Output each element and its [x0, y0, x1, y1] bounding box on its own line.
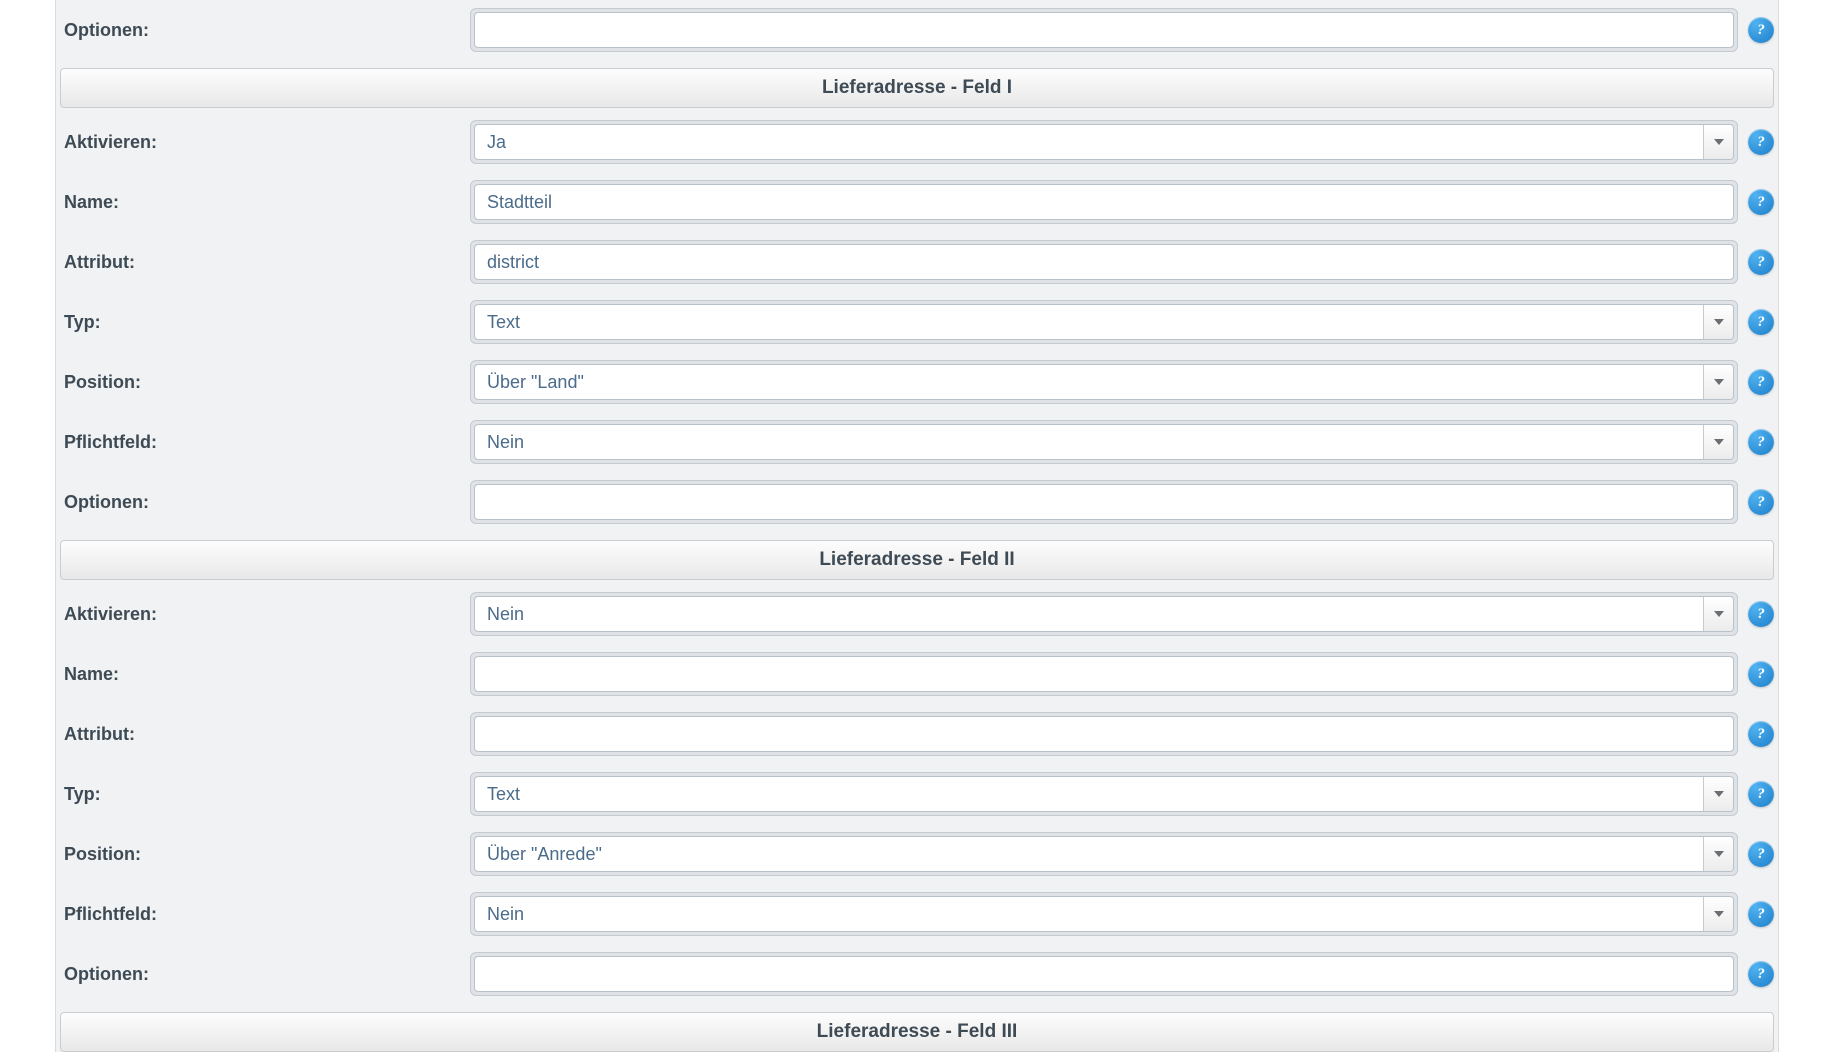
help-icon[interactable]: ?	[1748, 841, 1774, 867]
select-value: Nein	[475, 597, 1703, 631]
select-value: Text	[475, 305, 1703, 339]
position-select-2[interactable]: Über "Anrede"	[474, 836, 1734, 872]
position-select-1[interactable]: Über "Land"	[474, 364, 1734, 400]
help-icon[interactable]: ?	[1748, 489, 1774, 515]
help-icon[interactable]: ?	[1748, 601, 1774, 627]
position-label: Position:	[60, 372, 470, 393]
chevron-down-icon[interactable]	[1703, 425, 1733, 459]
position-label: Position:	[60, 844, 470, 865]
optionen-input-2[interactable]	[474, 956, 1734, 992]
aktivieren-select-2[interactable]: Nein	[474, 596, 1734, 632]
pflichtfeld-label: Pflichtfeld:	[60, 904, 470, 925]
select-value: Ja	[475, 125, 1703, 159]
chevron-down-icon[interactable]	[1703, 305, 1733, 339]
name-label: Name:	[60, 192, 470, 213]
section-header-feld-3: Lieferadresse - Feld III	[60, 1012, 1774, 1052]
pflichtfeld-select-1[interactable]: Nein	[474, 424, 1734, 460]
chevron-down-icon[interactable]	[1703, 777, 1733, 811]
select-value: Nein	[475, 897, 1703, 931]
help-icon[interactable]: ?	[1748, 661, 1774, 687]
typ-label: Typ:	[60, 784, 470, 805]
optionen-input-1[interactable]	[474, 484, 1734, 520]
help-icon[interactable]: ?	[1748, 721, 1774, 747]
chevron-down-icon[interactable]	[1703, 365, 1733, 399]
name-label: Name:	[60, 664, 470, 685]
select-value: Über "Anrede"	[475, 837, 1703, 871]
select-value: Über "Land"	[475, 365, 1703, 399]
pflichtfeld-label: Pflichtfeld:	[60, 432, 470, 453]
help-icon[interactable]: ?	[1748, 189, 1774, 215]
select-value: Text	[475, 777, 1703, 811]
optionen-label: Optionen:	[60, 20, 470, 41]
help-icon[interactable]: ?	[1748, 129, 1774, 155]
pflichtfeld-select-2[interactable]: Nein	[474, 896, 1734, 932]
aktivieren-select-1[interactable]: Ja	[474, 124, 1734, 160]
help-icon[interactable]: ?	[1748, 309, 1774, 335]
optionen-label: Optionen:	[60, 964, 470, 985]
typ-select-1[interactable]: Text	[474, 304, 1734, 340]
section-header-feld-1: Lieferadresse - Feld I	[60, 68, 1774, 108]
help-icon[interactable]: ?	[1748, 429, 1774, 455]
aktivieren-label: Aktivieren:	[60, 132, 470, 153]
attribut-input-2[interactable]	[474, 716, 1734, 752]
chevron-down-icon[interactable]	[1703, 837, 1733, 871]
help-icon[interactable]: ?	[1748, 249, 1774, 275]
chevron-down-icon[interactable]	[1703, 125, 1733, 159]
help-icon[interactable]: ?	[1748, 369, 1774, 395]
select-value: Nein	[475, 425, 1703, 459]
typ-label: Typ:	[60, 312, 470, 333]
chevron-down-icon[interactable]	[1703, 597, 1733, 631]
help-icon[interactable]: ?	[1748, 781, 1774, 807]
typ-select-2[interactable]: Text	[474, 776, 1734, 812]
optionen-input-prev[interactable]	[474, 12, 1734, 48]
help-icon[interactable]: ?	[1748, 17, 1774, 43]
attribut-label: Attribut:	[60, 724, 470, 745]
help-icon[interactable]: ?	[1748, 961, 1774, 987]
section-header-feld-2: Lieferadresse - Feld II	[60, 540, 1774, 580]
optionen-label: Optionen:	[60, 492, 470, 513]
chevron-down-icon[interactable]	[1703, 897, 1733, 931]
aktivieren-label: Aktivieren:	[60, 604, 470, 625]
help-icon[interactable]: ?	[1748, 901, 1774, 927]
attribut-label: Attribut:	[60, 252, 470, 273]
name-input-2[interactable]	[474, 656, 1734, 692]
name-input-1[interactable]	[474, 184, 1734, 220]
attribut-input-1[interactable]	[474, 244, 1734, 280]
